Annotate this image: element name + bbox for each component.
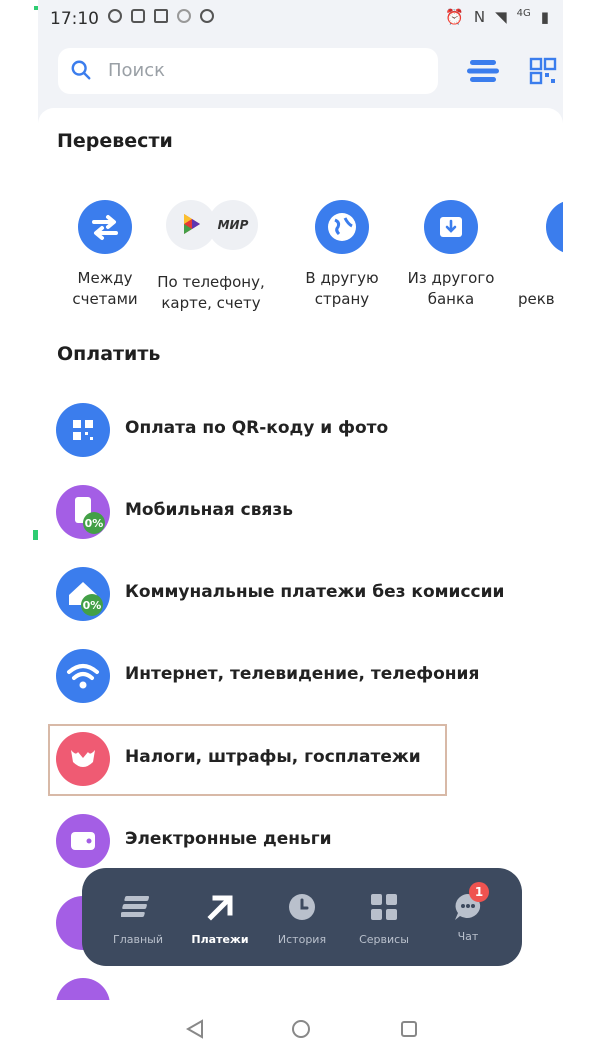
search-placeholder: Поиск bbox=[108, 60, 166, 81]
transfer-label: В другую страну bbox=[305, 269, 379, 308]
battery-icon: ▮ bbox=[540, 8, 549, 26]
pay-item-label: Оплата по QR-коду и фото bbox=[125, 418, 389, 438]
nfc-icon: N bbox=[473, 8, 486, 26]
alarm-icon: ⏰ bbox=[445, 8, 464, 26]
system-navigation-bar bbox=[0, 1000, 600, 1060]
notification-icon bbox=[200, 9, 214, 23]
chat-unread-badge: 1 bbox=[469, 882, 489, 902]
arrow-up-right-icon bbox=[207, 895, 233, 921]
chat-icon: 1 bbox=[451, 882, 489, 924]
nav-payments[interactable]: Платежи bbox=[180, 890, 260, 946]
globe-icon bbox=[315, 200, 369, 254]
transfer-label: Между счетами bbox=[72, 269, 138, 308]
wallet-icon bbox=[56, 814, 110, 868]
bottom-nav: Главный Платежи История Сервисы 1 Чат bbox=[82, 868, 522, 966]
pay-item-label: Интернет, телевидение, телефония bbox=[125, 664, 480, 684]
transfer-label: рекв bbox=[518, 290, 555, 308]
transfer-by-requisites[interactable]: рекв bbox=[506, 200, 563, 310]
mir-icon: МИР bbox=[208, 200, 258, 250]
wifi-icon bbox=[56, 649, 110, 703]
transfer-label: Из другого банка bbox=[407, 269, 495, 308]
pay-item-e-money[interactable]: Электронные деньги bbox=[56, 814, 526, 870]
svg-text:0%: 0% bbox=[83, 599, 102, 612]
nav-history[interactable]: История bbox=[262, 890, 342, 946]
back-icon[interactable] bbox=[184, 1018, 206, 1040]
transfer-label: По телефону, карте, счету bbox=[157, 273, 265, 312]
transfer-abroad[interactable]: В другую страну bbox=[287, 200, 397, 310]
transfer-section-title: Перевести bbox=[57, 130, 173, 152]
nav-services[interactable]: Сервисы bbox=[344, 890, 424, 946]
wifi-signal-icon: ◥ bbox=[495, 8, 507, 26]
pay-item-label: Электронные деньги bbox=[125, 829, 332, 849]
search-field[interactable]: Поиск bbox=[58, 48, 438, 94]
nav-main[interactable]: Главный bbox=[98, 890, 178, 946]
transfer-by-phone-card[interactable]: МИР По телефону, карте, счету bbox=[156, 200, 266, 314]
grid-icon bbox=[371, 894, 397, 920]
stack-icon bbox=[120, 896, 150, 917]
recents-icon[interactable] bbox=[398, 1018, 420, 1040]
transfer-between-accounts[interactable]: Между счетами bbox=[50, 200, 160, 310]
pay-item-label: Коммунальные платежи без комиссии bbox=[125, 582, 505, 602]
pay-item-label: Мобильная связь bbox=[125, 500, 294, 520]
system-icons: ⏰ N ◥ 4G ▮ bbox=[445, 8, 549, 26]
pay-item-utilities[interactable]: 0% Коммунальные платежи без комиссии bbox=[56, 567, 526, 623]
notification-icons bbox=[108, 9, 214, 23]
partial-icon bbox=[546, 200, 563, 254]
filter-menu-icon[interactable] bbox=[466, 56, 500, 86]
transfer-from-other-bank[interactable]: Из другого банка bbox=[396, 200, 506, 310]
wifi-status-icon bbox=[177, 9, 191, 23]
nav-chat[interactable]: 1 Чат bbox=[428, 882, 508, 943]
network-label: 4G bbox=[516, 8, 531, 19]
home-icon[interactable] bbox=[290, 1018, 312, 1040]
status-bar: 17:10 ⏰ N ◥ 4G ▮ bbox=[38, 0, 563, 38]
notification-icon bbox=[131, 9, 145, 23]
pay-item-mobile[interactable]: 0% Мобильная связь bbox=[56, 485, 526, 541]
clock-icon bbox=[289, 894, 315, 920]
download-card-icon bbox=[424, 200, 478, 254]
highlight-box bbox=[48, 724, 447, 796]
pay-item-qr[interactable]: Оплата по QR-коду и фото bbox=[56, 403, 526, 459]
svg-text:0%: 0% bbox=[85, 517, 104, 530]
pay-section-title: Оплатить bbox=[57, 343, 161, 365]
pay-item-internet[interactable]: Интернет, телевидение, телефония bbox=[56, 649, 526, 705]
status-time: 17:10 bbox=[50, 9, 99, 29]
house-zero-percent-icon: 0% bbox=[56, 567, 110, 621]
image-icon bbox=[154, 9, 168, 23]
notification-icon bbox=[108, 9, 122, 23]
search-icon bbox=[71, 60, 91, 80]
qr-icon bbox=[56, 403, 110, 457]
qr-scan-icon[interactable] bbox=[526, 56, 560, 86]
phone-screen: 17:10 ⏰ N ◥ 4G ▮ Поиск Перевести Между с… bbox=[38, 0, 563, 1000]
arrows-exchange-icon bbox=[78, 200, 132, 254]
phone-zero-percent-icon: 0% bbox=[56, 485, 110, 539]
